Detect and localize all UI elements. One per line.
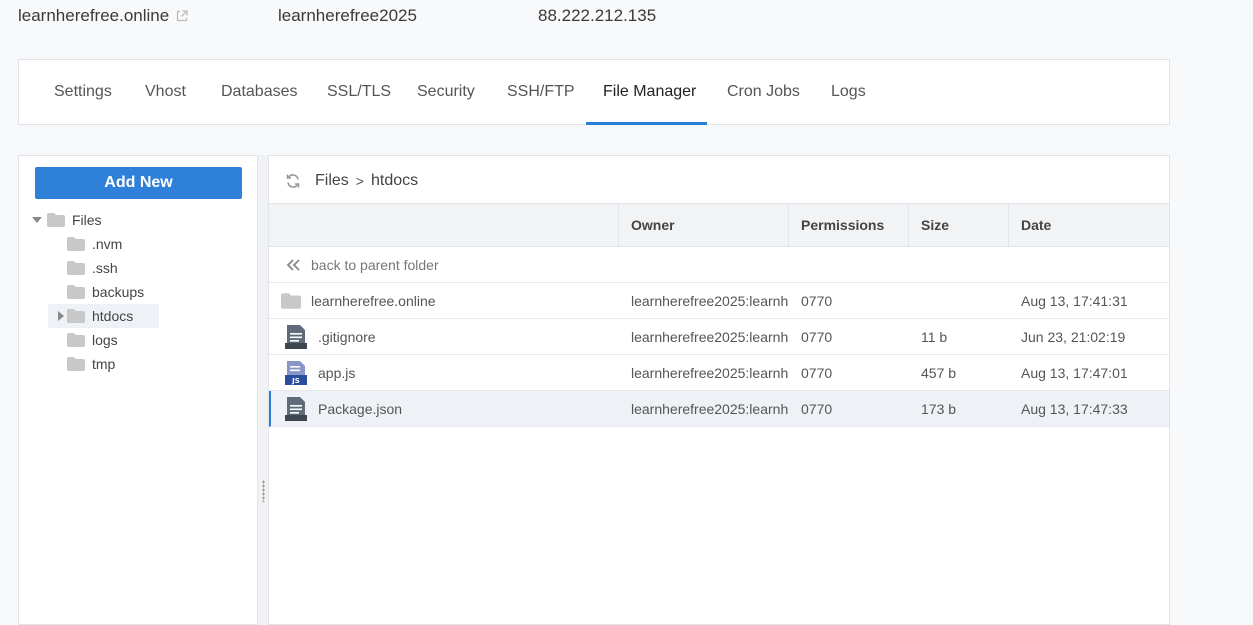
caret-right-icon[interactable] (55, 311, 67, 321)
folder-icon (67, 237, 85, 251)
file-name[interactable]: .gitignore (318, 319, 376, 355)
tree-label: logs (92, 332, 118, 348)
file-owner: learnherefree2025:learnh (631, 401, 788, 417)
refresh-icon[interactable] (285, 173, 301, 189)
double-chevron-left-icon (286, 259, 300, 271)
file-list-panel: Files > htdocs Owner Permissions Size Da… (268, 155, 1170, 625)
file-size: 11 b (921, 329, 948, 345)
file-name[interactable]: app.js (318, 355, 355, 391)
tree-label: Files (72, 212, 102, 228)
tree-item-tmp[interactable]: tmp (55, 352, 115, 376)
tree-item-htdocs[interactable]: htdocs (48, 304, 159, 328)
breadcrumb-root[interactable]: Files (315, 172, 349, 190)
tab-logs[interactable]: Logs (814, 60, 883, 125)
folder-icon (47, 213, 65, 227)
folder-icon (67, 309, 85, 323)
folder-icon (67, 261, 85, 275)
file-size: 173 b (921, 401, 957, 417)
tab-security[interactable]: Security (400, 60, 492, 125)
column-permissions[interactable]: Permissions (788, 204, 909, 246)
file-owner: learnherefree2025:learnh (631, 365, 788, 381)
text-file-icon (285, 397, 307, 421)
drag-grip-icon[interactable] (262, 480, 265, 502)
tree-label: .ssh (92, 260, 118, 276)
text-file-icon (285, 325, 307, 349)
file-permissions: 0770 (801, 293, 833, 309)
column-size[interactable]: Size (908, 204, 1009, 246)
column-owner[interactable]: Owner (618, 204, 789, 246)
external-link-icon[interactable] (175, 9, 189, 23)
back-to-parent-label: back to parent folder (311, 257, 439, 273)
tab-settings[interactable]: Settings (37, 60, 129, 125)
breadcrumb-current: htdocs (370, 172, 419, 189)
site-tabs: Settings Vhost Databases SSL/TLS Securit… (18, 59, 1170, 125)
js-file-icon: JS (285, 361, 307, 385)
breadcrumb: Files > htdocs (285, 170, 418, 192)
folder-icon (281, 293, 301, 309)
folder-icon (67, 333, 85, 347)
tree-item-logs[interactable]: logs (55, 328, 118, 352)
tab-ssl-tls[interactable]: SSL/TLS (310, 60, 408, 125)
tree-item-nvm[interactable]: .nvm (55, 232, 122, 256)
table-row[interactable]: JS app.js learnherefree2025:learnh 0770 … (269, 355, 1169, 391)
back-to-parent-row[interactable]: back to parent folder (269, 247, 1169, 283)
folder-icon (67, 357, 85, 371)
site-username: learnherefree2025 (278, 6, 417, 25)
tab-cron-jobs[interactable]: Cron Jobs (710, 60, 817, 125)
file-permissions: 0770 (801, 329, 833, 345)
tab-vhost[interactable]: Vhost (128, 60, 203, 125)
table-row[interactable]: .gitignore learnherefree2025:learnh 0770… (269, 319, 1169, 355)
domain-name[interactable]: learnherefree.online (18, 6, 169, 26)
file-date: Aug 13, 17:47:01 (1021, 365, 1128, 381)
file-name[interactable]: learnherefree.online (311, 283, 436, 319)
file-date: Aug 13, 17:47:33 (1021, 401, 1128, 417)
tree-label: backups (92, 284, 145, 300)
folder-icon (67, 285, 85, 299)
table-row[interactable]: learnherefree.online learnherefree2025:l… (269, 283, 1169, 319)
tree-item-backups[interactable]: backups (55, 280, 144, 304)
table-header: Owner Permissions Size Date (269, 203, 1169, 247)
tab-file-manager[interactable]: File Manager (586, 60, 707, 125)
file-size: 457 b (921, 365, 957, 381)
file-permissions: 0770 (801, 401, 833, 417)
tree-root-files[interactable]: Files (31, 208, 102, 232)
file-date: Aug 13, 17:41:31 (1021, 293, 1128, 309)
tab-ssh-ftp[interactable]: SSH/FTP (490, 60, 592, 125)
site-domain[interactable]: learnherefree.online (18, 6, 189, 26)
file-owner: learnherefree2025:learnh (631, 329, 788, 345)
caret-down-icon[interactable] (31, 217, 43, 223)
breadcrumb-separator: > (355, 173, 364, 189)
svg-text:JS: JS (291, 377, 300, 385)
tree-label: tmp (92, 356, 116, 372)
column-date[interactable]: Date (1008, 204, 1169, 246)
file-permissions: 0770 (801, 365, 833, 381)
file-owner: learnherefree2025:learnh (631, 293, 788, 309)
file-name[interactable]: Package.json (318, 391, 402, 427)
add-new-button[interactable]: Add New (35, 167, 242, 199)
tree-label: .nvm (92, 236, 123, 252)
tree-item-ssh[interactable]: .ssh (55, 256, 118, 280)
tree-label: htdocs (92, 308, 134, 324)
folder-tree-panel: Add New Files .nvm .ssh backups htdocs l… (18, 155, 258, 625)
site-header: learnherefree.online learnherefree2025 8… (0, 0, 1253, 36)
tab-databases[interactable]: Databases (204, 60, 315, 125)
table-row-selected[interactable]: Package.json learnherefree2025:learnh 07… (269, 391, 1169, 427)
site-ip-address: 88.222.212.135 (538, 6, 657, 25)
file-date: Jun 23, 21:02:19 (1021, 329, 1126, 345)
